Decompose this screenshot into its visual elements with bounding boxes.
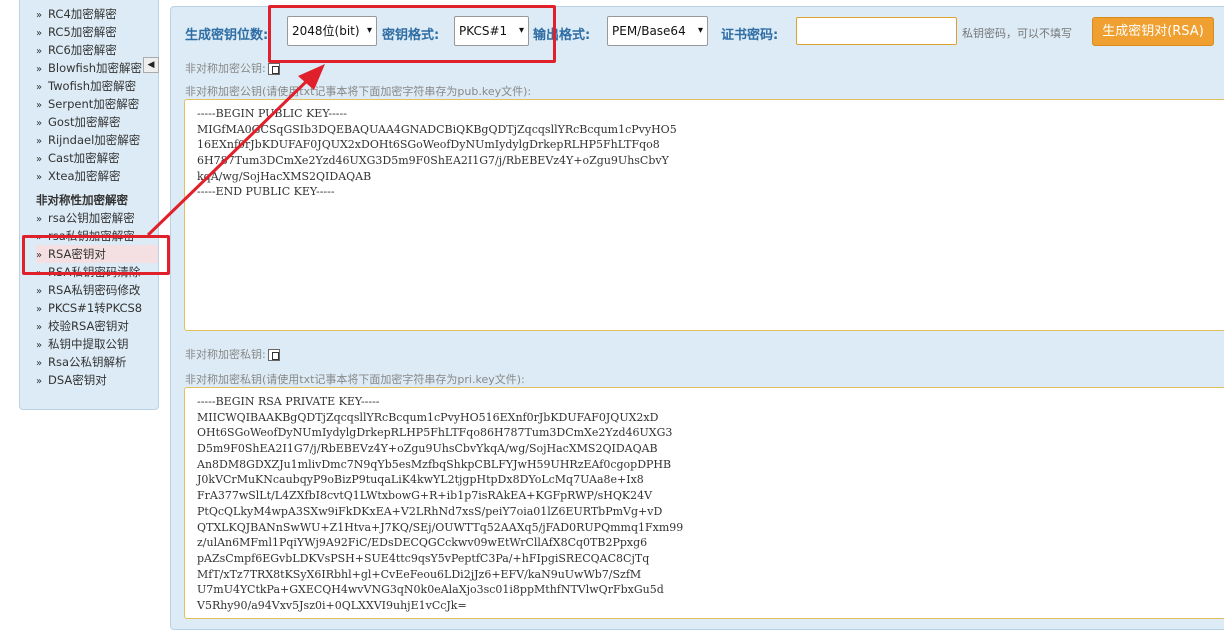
annotation-arrow <box>146 64 325 237</box>
arrow-shaft <box>146 74 314 237</box>
